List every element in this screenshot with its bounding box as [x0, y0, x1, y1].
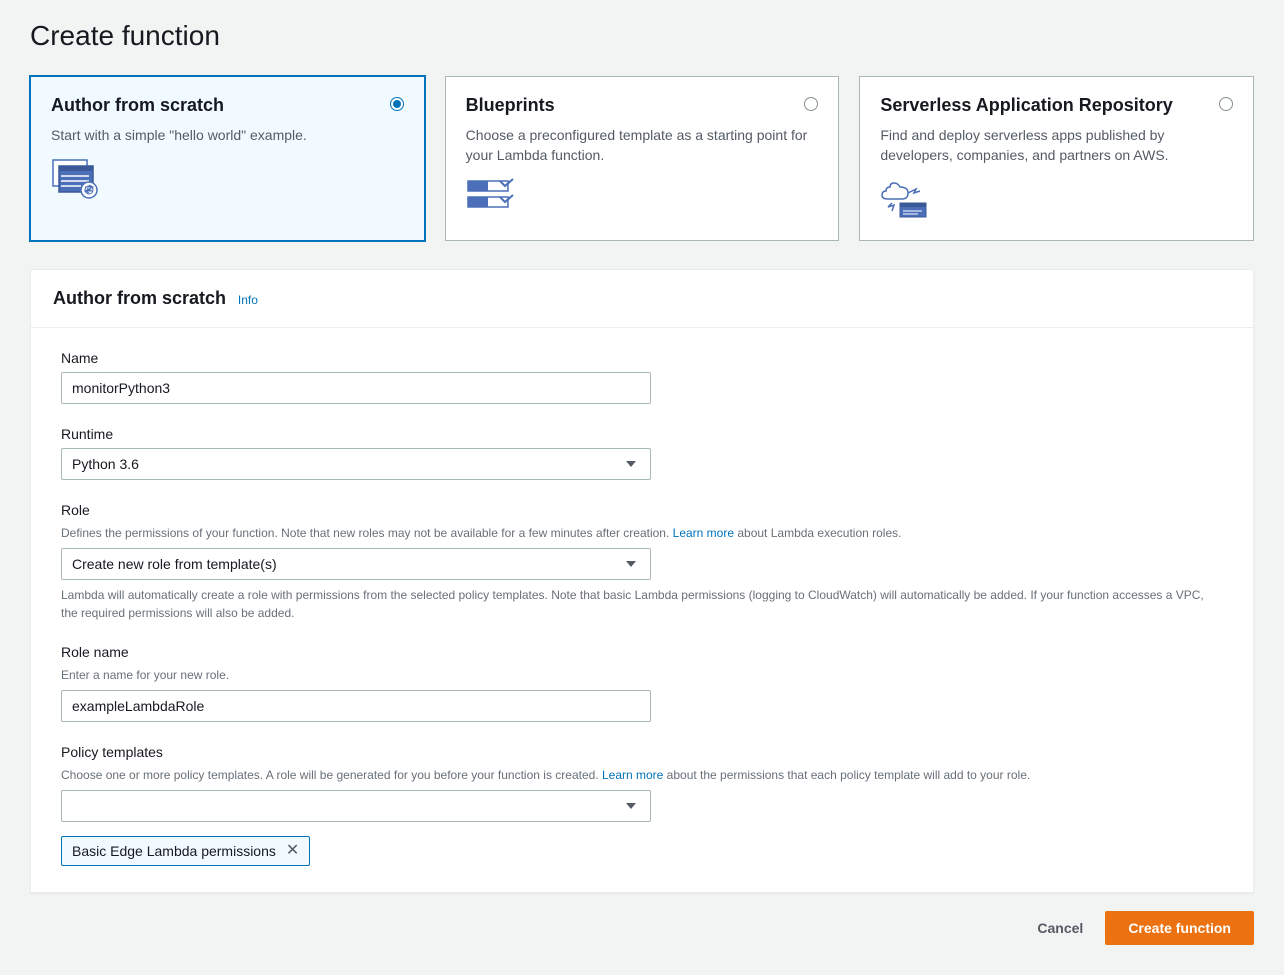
option-blueprints[interactable]: Blueprints Choose a preconfigured templa…: [445, 76, 840, 241]
learn-more-link[interactable]: Learn more: [673, 526, 734, 540]
scratch-icon: [51, 158, 404, 203]
option-author-from-scratch[interactable]: Author from scratch Start with a simple …: [30, 76, 425, 241]
option-serverless-repo[interactable]: Serverless Application Repository Find a…: [859, 76, 1254, 241]
chevron-down-icon: [626, 803, 636, 809]
learn-more-link[interactable]: Learn more: [602, 768, 663, 782]
role-value: Create new role from template(s): [72, 556, 277, 572]
blueprints-icon: [466, 177, 819, 220]
field-name: Name: [61, 350, 1223, 404]
option-desc: Start with a simple "hello world" exampl…: [51, 126, 404, 146]
runtime-select[interactable]: Python 3.6: [61, 448, 651, 480]
cancel-button[interactable]: Cancel: [1033, 912, 1087, 944]
runtime-label: Runtime: [61, 426, 1223, 442]
role-help: Defines the permissions of your function…: [61, 524, 1223, 542]
field-role-name: Role name Enter a name for your new role…: [61, 644, 1223, 722]
page-title: Create function: [30, 20, 1254, 52]
panel-header: Author from scratch Info: [31, 270, 1253, 328]
role-select[interactable]: Create new role from template(s): [61, 548, 651, 580]
chevron-down-icon: [626, 561, 636, 567]
option-desc: Choose a preconfigured template as a sta…: [466, 126, 819, 165]
option-title: Serverless Application Repository: [880, 95, 1233, 116]
panel-body: Name Runtime Python 3.6 Role Defines the…: [31, 328, 1253, 892]
field-policy: Policy templates Choose one or more poli…: [61, 744, 1223, 822]
runtime-value: Python 3.6: [72, 456, 139, 472]
field-runtime: Runtime Python 3.6: [61, 426, 1223, 480]
chevron-down-icon: [626, 461, 636, 467]
role-name-label: Role name: [61, 644, 1223, 660]
field-role: Role Defines the permissions of your fun…: [61, 502, 1223, 622]
option-desc: Find and deploy serverless apps publishe…: [880, 126, 1233, 165]
option-title: Author from scratch: [51, 95, 404, 116]
token-label: Basic Edge Lambda permissions: [72, 843, 276, 859]
footer-actions: Cancel Create function: [30, 911, 1254, 945]
radio-icon: [390, 97, 404, 111]
role-name-input[interactable]: [61, 690, 651, 722]
create-function-button[interactable]: Create function: [1105, 911, 1254, 945]
close-icon[interactable]: ✕: [286, 843, 299, 859]
option-cards: Author from scratch Start with a simple …: [30, 76, 1254, 241]
serverless-icon: [880, 177, 1233, 222]
panel-title: Author from scratch: [53, 288, 226, 308]
policy-token: Basic Edge Lambda permissions ✕: [61, 836, 310, 866]
author-panel: Author from scratch Info Name Runtime Py…: [30, 269, 1254, 893]
policy-help: Choose one or more policy templates. A r…: [61, 766, 1223, 784]
name-label: Name: [61, 350, 1223, 366]
role-help-after: Lambda will automatically create a role …: [61, 586, 1223, 622]
option-title: Blueprints: [466, 95, 819, 116]
info-link[interactable]: Info: [238, 293, 258, 307]
radio-icon: [1219, 97, 1233, 111]
name-input[interactable]: [61, 372, 651, 404]
policy-label: Policy templates: [61, 744, 1223, 760]
policy-select[interactable]: [61, 790, 651, 822]
role-label: Role: [61, 502, 1223, 518]
role-name-help: Enter a name for your new role.: [61, 666, 1223, 684]
